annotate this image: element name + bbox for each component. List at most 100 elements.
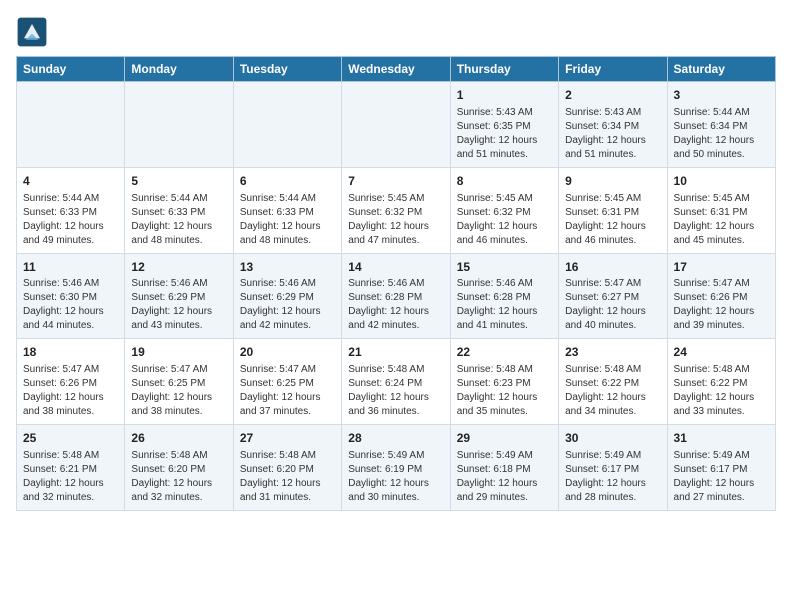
week-row-5: 25Sunrise: 5:48 AMSunset: 6:21 PMDayligh… [17, 425, 776, 511]
day-info: Daylight: 12 hours and 44 minutes. [23, 305, 118, 333]
day-info: Sunset: 6:32 PM [457, 206, 552, 220]
day-number: 24 [674, 344, 769, 361]
col-header-sunday: Sunday [17, 57, 125, 82]
calendar-cell: 10Sunrise: 5:45 AMSunset: 6:31 PMDayligh… [667, 167, 775, 253]
day-number: 21 [348, 344, 443, 361]
calendar-cell [17, 82, 125, 168]
day-info: Daylight: 12 hours and 36 minutes. [348, 391, 443, 419]
day-info: Daylight: 12 hours and 28 minutes. [565, 477, 660, 505]
calendar-cell: 31Sunrise: 5:49 AMSunset: 6:17 PMDayligh… [667, 425, 775, 511]
day-info: Sunrise: 5:45 AM [674, 192, 769, 206]
day-info: Sunset: 6:32 PM [348, 206, 443, 220]
day-info: Daylight: 12 hours and 48 minutes. [131, 220, 226, 248]
day-info: Sunset: 6:20 PM [240, 463, 335, 477]
day-info: Sunset: 6:22 PM [674, 377, 769, 391]
week-row-4: 18Sunrise: 5:47 AMSunset: 6:26 PMDayligh… [17, 339, 776, 425]
day-info: Daylight: 12 hours and 38 minutes. [23, 391, 118, 419]
calendar-cell: 8Sunrise: 5:45 AMSunset: 6:32 PMDaylight… [450, 167, 558, 253]
day-number: 16 [565, 259, 660, 276]
day-info: Sunrise: 5:46 AM [240, 277, 335, 291]
day-info: Sunset: 6:18 PM [457, 463, 552, 477]
day-number: 17 [674, 259, 769, 276]
calendar-cell: 14Sunrise: 5:46 AMSunset: 6:28 PMDayligh… [342, 253, 450, 339]
day-info: Daylight: 12 hours and 38 minutes. [131, 391, 226, 419]
day-info: Sunrise: 5:46 AM [457, 277, 552, 291]
day-info: Daylight: 12 hours and 46 minutes. [457, 220, 552, 248]
day-info: Daylight: 12 hours and 41 minutes. [457, 305, 552, 333]
day-info: Sunrise: 5:44 AM [240, 192, 335, 206]
calendar-cell [233, 82, 341, 168]
day-info: Sunrise: 5:48 AM [674, 363, 769, 377]
calendar-cell: 11Sunrise: 5:46 AMSunset: 6:30 PMDayligh… [17, 253, 125, 339]
day-info: Sunset: 6:26 PM [23, 377, 118, 391]
day-info: Daylight: 12 hours and 29 minutes. [457, 477, 552, 505]
calendar-cell: 13Sunrise: 5:46 AMSunset: 6:29 PMDayligh… [233, 253, 341, 339]
day-info: Daylight: 12 hours and 32 minutes. [23, 477, 118, 505]
day-number: 29 [457, 430, 552, 447]
calendar-cell: 28Sunrise: 5:49 AMSunset: 6:19 PMDayligh… [342, 425, 450, 511]
day-info: Sunrise: 5:48 AM [240, 449, 335, 463]
day-info: Daylight: 12 hours and 50 minutes. [674, 134, 769, 162]
day-info: Daylight: 12 hours and 46 minutes. [565, 220, 660, 248]
day-info: Sunrise: 5:47 AM [674, 277, 769, 291]
calendar-cell: 19Sunrise: 5:47 AMSunset: 6:25 PMDayligh… [125, 339, 233, 425]
day-number: 27 [240, 430, 335, 447]
day-number: 10 [674, 173, 769, 190]
day-number: 5 [131, 173, 226, 190]
calendar-cell: 29Sunrise: 5:49 AMSunset: 6:18 PMDayligh… [450, 425, 558, 511]
calendar-cell: 9Sunrise: 5:45 AMSunset: 6:31 PMDaylight… [559, 167, 667, 253]
calendar-cell: 24Sunrise: 5:48 AMSunset: 6:22 PMDayligh… [667, 339, 775, 425]
day-info: Daylight: 12 hours and 45 minutes. [674, 220, 769, 248]
day-number: 18 [23, 344, 118, 361]
week-row-1: 1Sunrise: 5:43 AMSunset: 6:35 PMDaylight… [17, 82, 776, 168]
day-info: Sunrise: 5:47 AM [565, 277, 660, 291]
day-info: Sunset: 6:27 PM [565, 291, 660, 305]
col-header-monday: Monday [125, 57, 233, 82]
calendar-cell: 2 Sunrise: 5:43 AMSunset: 6:34 PMDaylight… [559, 82, 667, 168]
day-info: Sunrise: 5:45 AM [565, 192, 660, 206]
logo [16, 16, 52, 48]
day-info: Sunset: 6:28 PM [457, 291, 552, 305]
day-info: Sunset: 6:29 PM [131, 291, 226, 305]
day-number: 1 [457, 87, 552, 104]
day-number: 4 [23, 173, 118, 190]
week-row-3: 11Sunrise: 5:46 AMSunset: 6:30 PMDayligh… [17, 253, 776, 339]
day-info: Sunrise: 5:46 AM [348, 277, 443, 291]
day-info: Daylight: 12 hours and 51 minutes. [565, 134, 660, 162]
calendar-cell: 25Sunrise: 5:48 AMSunset: 6:21 PMDayligh… [17, 425, 125, 511]
day-info: Sunrise: 5:48 AM [131, 449, 226, 463]
day-info: Sunrise: 5:45 AM [457, 192, 552, 206]
day-info: Sunset: 6:33 PM [240, 206, 335, 220]
day-info: Sunrise: 5:44 AM [674, 106, 769, 120]
day-info: Sunset: 6:25 PM [240, 377, 335, 391]
header [16, 16, 776, 48]
day-info: Sunrise: 5:43 AM [565, 106, 660, 120]
day-info: Sunrise: 5:48 AM [457, 363, 552, 377]
day-number: 2 [565, 87, 660, 104]
day-number: 13 [240, 259, 335, 276]
day-number: 6 [240, 173, 335, 190]
col-header-tuesday: Tuesday [233, 57, 341, 82]
day-number: 11 [23, 259, 118, 276]
day-info: Daylight: 12 hours and 35 minutes. [457, 391, 552, 419]
day-info: Sunset: 6:17 PM [565, 463, 660, 477]
calendar-cell: 3Sunrise: 5:44 AMSunset: 6:34 PMDaylight… [667, 82, 775, 168]
day-number: 15 [457, 259, 552, 276]
calendar-table: SundayMondayTuesdayWednesdayThursdayFrid… [16, 56, 776, 511]
col-header-thursday: Thursday [450, 57, 558, 82]
day-info: Sunset: 6:26 PM [674, 291, 769, 305]
day-number: 3 [674, 87, 769, 104]
day-info: Sunrise: 5:48 AM [23, 449, 118, 463]
day-info: Sunset: 6:24 PM [348, 377, 443, 391]
day-info: Sunset: 6:34 PM [565, 120, 660, 134]
calendar-cell: 5Sunrise: 5:44 AMSunset: 6:33 PMDaylight… [125, 167, 233, 253]
day-info: Sunset: 6:33 PM [23, 206, 118, 220]
day-info: Daylight: 12 hours and 49 minutes. [23, 220, 118, 248]
day-info: Daylight: 12 hours and 51 minutes. [457, 134, 552, 162]
day-info: Sunrise: 5:48 AM [348, 363, 443, 377]
day-info: Daylight: 12 hours and 32 minutes. [131, 477, 226, 505]
calendar-cell: 6Sunrise: 5:44 AMSunset: 6:33 PMDaylight… [233, 167, 341, 253]
day-info: Sunrise: 5:46 AM [23, 277, 118, 291]
day-number: 26 [131, 430, 226, 447]
day-info: Sunset: 6:33 PM [131, 206, 226, 220]
